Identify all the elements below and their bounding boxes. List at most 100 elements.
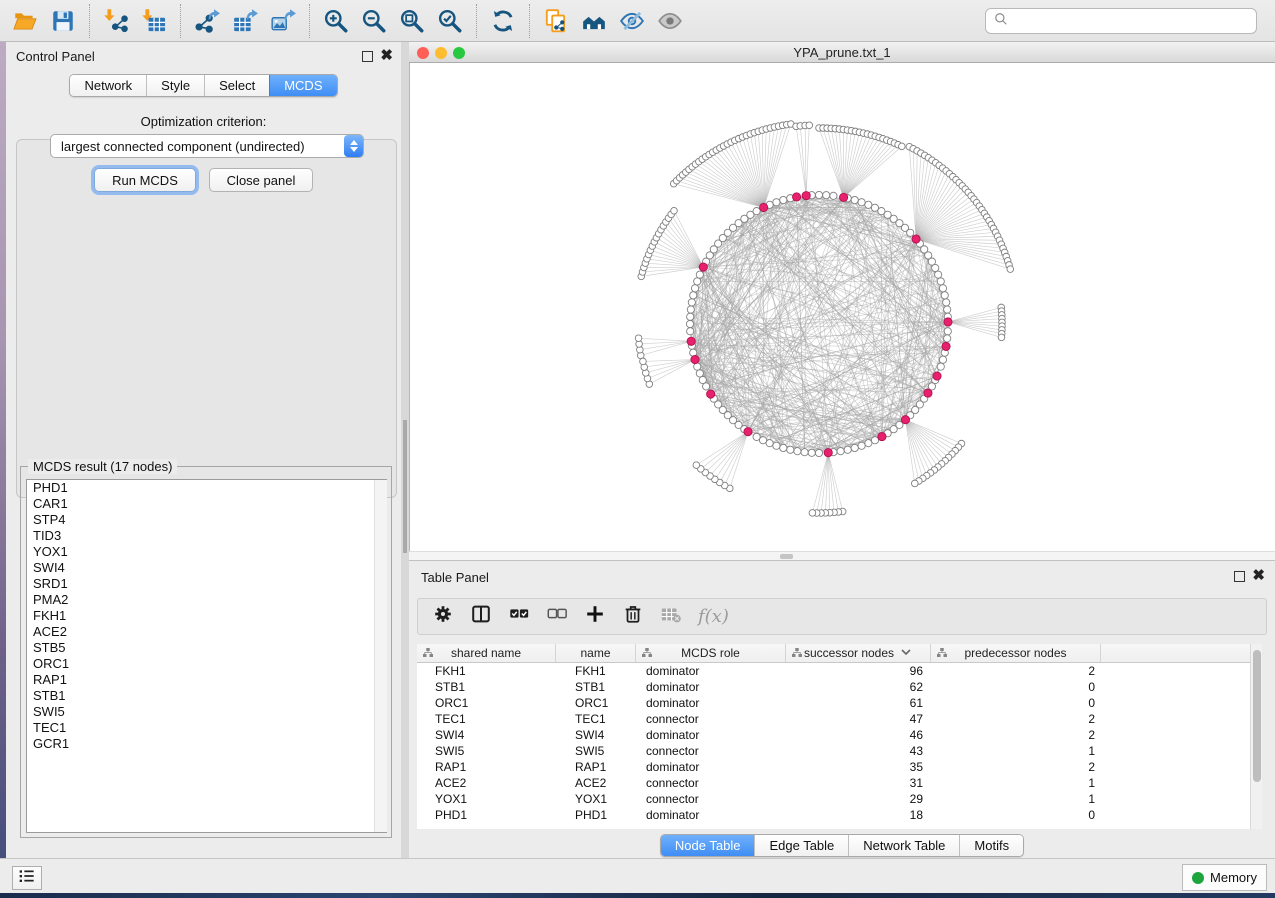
mcds-result-item[interactable]: SRD1 xyxy=(27,576,386,592)
hide-selected-button[interactable] xyxy=(613,4,651,38)
network-graph[interactable] xyxy=(410,63,1275,551)
refresh-button[interactable] xyxy=(484,4,522,38)
mcds-hub-node[interactable] xyxy=(760,203,768,211)
column-header-MCDS-role[interactable]: MCDS role xyxy=(636,644,786,662)
network-node[interactable] xyxy=(686,320,693,327)
network-leaf-node[interactable] xyxy=(1007,266,1014,273)
close-panel-button[interactable]: Close panel xyxy=(209,168,313,192)
mcds-result-item[interactable]: ACE2 xyxy=(27,624,386,640)
network-node[interactable] xyxy=(787,446,794,453)
table-row[interactable]: PHD1PHD1dominator180 xyxy=(417,807,1262,823)
mcds-hub-node[interactable] xyxy=(691,355,699,363)
network-leaf-node[interactable] xyxy=(635,335,642,342)
mcds-hub-node[interactable] xyxy=(878,433,886,441)
mcds-hub-node[interactable] xyxy=(942,342,950,350)
mcds-hub-node[interactable] xyxy=(792,193,800,201)
tab-network-table[interactable]: Network Table xyxy=(848,835,959,856)
network-node[interactable] xyxy=(943,299,950,306)
zoom-fit-button[interactable] xyxy=(393,4,431,38)
mcds-result-item[interactable]: STB5 xyxy=(27,640,386,656)
column-header-name[interactable]: name xyxy=(556,644,636,662)
tab-select[interactable]: Select xyxy=(204,75,269,96)
add-row-button[interactable] xyxy=(584,603,606,630)
mcds-result-item[interactable]: PHD1 xyxy=(27,480,386,496)
mcds-result-item[interactable]: TEC1 xyxy=(27,720,386,736)
network-node[interactable] xyxy=(837,448,844,455)
mcds-result-item[interactable]: FKH1 xyxy=(27,608,386,624)
column-header-shared-name[interactable]: shared name xyxy=(417,644,556,662)
float-panel-icon[interactable] xyxy=(362,51,373,62)
network-node[interactable] xyxy=(691,285,698,292)
network-node[interactable] xyxy=(780,196,787,203)
table-row[interactable]: SWI5SWI5connector431 xyxy=(417,743,1262,759)
network-node[interactable] xyxy=(939,356,946,363)
network-node[interactable] xyxy=(699,376,706,383)
zoom-in-button[interactable] xyxy=(317,4,355,38)
mcds-hub-node[interactable] xyxy=(901,416,909,424)
tab-node-table[interactable]: Node Table xyxy=(661,835,755,856)
mcds-result-item[interactable]: TID3 xyxy=(27,528,386,544)
mcds-result-item[interactable]: PMA2 xyxy=(27,592,386,608)
network-hscroll-thumb[interactable] xyxy=(780,554,793,559)
table-row[interactable]: RAP1RAP1dominator352 xyxy=(417,759,1262,775)
zoom-out-button[interactable] xyxy=(355,4,393,38)
first-neighbors-button[interactable] xyxy=(575,4,613,38)
network-node[interactable] xyxy=(858,199,865,206)
mcds-result-item[interactable]: SWI5 xyxy=(27,704,386,720)
clone-network-button[interactable] xyxy=(537,4,575,38)
network-node[interactable] xyxy=(696,271,703,278)
network-node[interactable] xyxy=(687,313,694,320)
network-node[interactable] xyxy=(944,328,951,335)
mcds-hub-node[interactable] xyxy=(933,372,941,380)
table-close-icon[interactable]: ✖ xyxy=(1252,571,1265,580)
network-node[interactable] xyxy=(907,229,914,236)
network-node[interactable] xyxy=(815,449,822,456)
network-node[interactable] xyxy=(865,440,872,447)
network-node[interactable] xyxy=(865,201,872,208)
mcds-hub-node[interactable] xyxy=(687,337,695,345)
network-node[interactable] xyxy=(687,306,694,313)
network-horizontal-scrollbar[interactable] xyxy=(409,551,1275,560)
network-node[interactable] xyxy=(694,278,701,285)
mcds-hub-node[interactable] xyxy=(699,263,707,271)
column-header-successor-nodes[interactable]: successor nodes xyxy=(786,644,931,662)
zoom-selected-button[interactable] xyxy=(431,4,469,38)
export-network-button[interactable] xyxy=(188,4,226,38)
mcds-hub-node[interactable] xyxy=(824,449,832,457)
network-node[interactable] xyxy=(773,442,780,449)
search-input[interactable] xyxy=(1014,13,1248,30)
network-node[interactable] xyxy=(766,440,773,447)
table-row[interactable]: YOX1YOX1connector291 xyxy=(417,791,1262,807)
network-node[interactable] xyxy=(937,278,944,285)
table-float-icon[interactable] xyxy=(1234,571,1245,582)
mcds-hub-node[interactable] xyxy=(840,193,848,201)
network-leaf-node[interactable] xyxy=(671,207,678,214)
table-row[interactable]: SWI4SWI4dominator462 xyxy=(417,727,1262,743)
network-node[interactable] xyxy=(794,448,801,455)
close-panel-icon[interactable]: ✖ xyxy=(380,51,393,60)
table-scrollbar-thumb[interactable] xyxy=(1253,650,1261,782)
mcds-hub-node[interactable] xyxy=(912,235,920,243)
export-table-button[interactable] xyxy=(226,4,264,38)
network-node[interactable] xyxy=(851,196,858,203)
mcds-result-item[interactable]: STP4 xyxy=(27,512,386,528)
mcds-result-item[interactable]: YOX1 xyxy=(27,544,386,560)
network-node[interactable] xyxy=(753,433,760,440)
optimization-criterion-select[interactable]: largest connected component (undirected) xyxy=(50,134,364,158)
network-node[interactable] xyxy=(858,442,865,449)
network-node[interactable] xyxy=(687,328,694,335)
network-node[interactable] xyxy=(823,192,830,199)
show-columns-button[interactable] xyxy=(470,603,492,630)
table-options-button[interactable] xyxy=(432,603,454,630)
network-node[interactable] xyxy=(773,199,780,206)
mcds-result-item[interactable]: ORC1 xyxy=(27,656,386,672)
splitter-thumb[interactable] xyxy=(403,420,407,553)
mcds-result-item[interactable]: RAP1 xyxy=(27,672,386,688)
table-row[interactable]: ACE2ACE2connector311 xyxy=(417,775,1262,791)
show-panels-button[interactable] xyxy=(12,866,42,890)
deselect-all-button[interactable] xyxy=(546,603,568,630)
network-node[interactable] xyxy=(696,370,703,377)
search-box[interactable] xyxy=(985,8,1257,34)
mcds-result-scrollbar[interactable] xyxy=(374,480,387,832)
column-header-predecessor-nodes[interactable]: predecessor nodes xyxy=(931,644,1101,662)
